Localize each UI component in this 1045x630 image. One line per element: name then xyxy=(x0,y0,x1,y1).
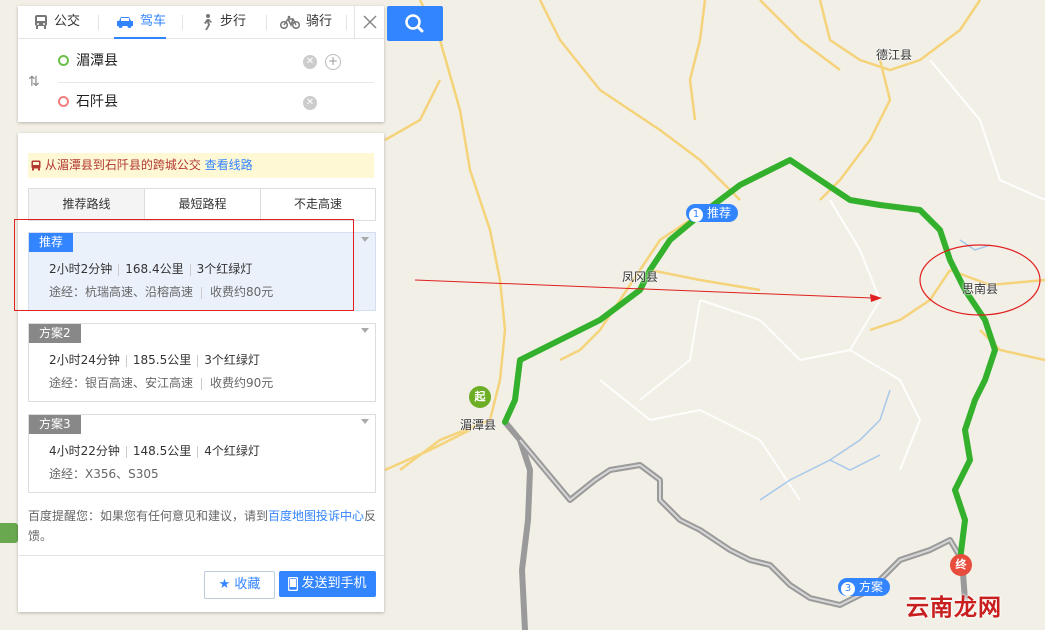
notice-text: 从湄潭县到石阡县的跨城公交 xyxy=(44,158,201,172)
route-number: 1 xyxy=(689,208,703,222)
side-toggle-tab[interactable] xyxy=(0,523,18,543)
walk-icon xyxy=(204,13,212,30)
chevron-down-icon[interactable] xyxy=(361,328,369,333)
route-time: 4小时22分钟 xyxy=(49,444,120,458)
route-option-tabs: 推荐路线 最短路程 不走高速 xyxy=(28,188,376,221)
route-via: 途经：X356、S305 xyxy=(49,467,159,481)
origin-dot-icon xyxy=(58,54,69,66)
route-distance: 148.5公里 xyxy=(132,444,192,458)
route-distance: 185.5公里 xyxy=(132,353,192,367)
mode-label: 步行 xyxy=(220,14,247,29)
chevron-down-icon[interactable] xyxy=(361,237,369,242)
swap-icon[interactable]: ⇅ xyxy=(28,74,40,90)
start-pin[interactable]: 起 xyxy=(469,386,491,408)
annotation-box xyxy=(14,219,354,311)
search-icon xyxy=(405,14,424,33)
phone-icon xyxy=(288,576,299,591)
view-transit-link[interactable]: 查看线路 xyxy=(205,158,253,172)
map-label-fenggang: 凤冈县 xyxy=(622,270,659,284)
route-lights: 4个红绿灯 xyxy=(204,444,260,458)
mode-tab-bike[interactable]: 骑行 xyxy=(279,6,333,38)
route-badge-plan3[interactable]: 3 方案 xyxy=(838,578,891,596)
route-badge-label: 方案 xyxy=(859,580,884,594)
add-waypoint-icon[interactable]: + xyxy=(325,54,341,70)
route-badge-label: 推荐 xyxy=(707,206,732,220)
route-tag: 方案2 xyxy=(29,324,81,343)
travel-mode-tabs: 公交 驾车 步行 骑行 xyxy=(18,6,384,39)
tab-recommended[interactable]: 推荐路线 xyxy=(29,189,144,220)
mode-label: 驾车 xyxy=(140,14,167,29)
route-time: 2小时24分钟 xyxy=(49,353,120,367)
bus-icon xyxy=(35,14,47,29)
origin-value: 湄潭县 xyxy=(76,53,118,69)
route-lights: 3个红绿灯 xyxy=(204,353,260,367)
route-tag: 方案3 xyxy=(29,415,81,434)
route-card-plan3[interactable]: 方案3 4小时22分钟 148.5公里 4个红绿灯 途经：X356、S305 xyxy=(28,414,376,493)
close-button[interactable] xyxy=(354,6,385,38)
favorite-label: 收藏 xyxy=(234,577,261,592)
destination-field[interactable]: 石阡县 xyxy=(58,82,374,122)
bus-icon xyxy=(31,158,45,172)
send-label: 发送到手机 xyxy=(301,576,367,591)
mode-label: 公交 xyxy=(54,14,81,29)
mode-tab-bus[interactable]: 公交 xyxy=(34,6,80,38)
end-pin[interactable]: 终 xyxy=(950,554,972,576)
map-label-dejiang: 德江县 xyxy=(876,48,913,62)
close-icon xyxy=(363,15,377,29)
map-label-meitan: 湄潭县 xyxy=(460,418,497,432)
mode-tab-car[interactable]: 驾车 xyxy=(116,6,166,38)
transit-notice: 从湄潭县到石阡县的跨城公交 查看线路 xyxy=(28,153,374,178)
route-badge-recommended[interactable]: 1 推荐 xyxy=(686,204,739,222)
chevron-down-icon[interactable] xyxy=(361,419,369,424)
mode-label: 骑行 xyxy=(306,14,333,29)
route-search-panel: 公交 驾车 步行 骑行 ⇅ 湄潭县 ✕ + 石阡县 ✕ xyxy=(18,6,384,122)
route-toll: 收费约90元 xyxy=(210,376,274,390)
destination-value: 石阡县 xyxy=(76,94,118,110)
search-button[interactable] xyxy=(387,6,443,41)
feedback-note: 百度提醒您：如果您有任何意见和建议，请到百度地图投诉中心反馈。 xyxy=(28,506,378,546)
route-via: 途经：银百高速、安江高速 xyxy=(49,376,194,390)
map-label-sinan: 思南县 xyxy=(962,282,999,296)
tab-shortest[interactable]: 最短路程 xyxy=(145,189,260,220)
send-to-phone-button[interactable]: 发送到手机 xyxy=(279,571,376,597)
destination-dot-icon xyxy=(58,95,69,107)
clear-destination-icon[interactable]: ✕ xyxy=(303,96,317,110)
mode-tab-walk[interactable]: 步行 xyxy=(200,6,246,38)
bike-icon xyxy=(279,15,301,29)
clear-origin-icon[interactable]: ✕ xyxy=(303,55,317,69)
route-results-panel: 从湄潭县到石阡县的跨城公交 查看线路 推荐路线 最短路程 不走高速 推荐 2小时… xyxy=(18,133,384,612)
watermark: 云南龙网 xyxy=(906,595,1002,621)
complaint-center-link[interactable]: 百度地图投诉中心 xyxy=(268,509,364,523)
star-icon: ★ xyxy=(218,577,231,592)
route-card-plan2[interactable]: 方案2 2小时24分钟 185.5公里 3个红绿灯 途经：银百高速、安江高速 收费约9… xyxy=(28,323,376,402)
feedback-text: 百度提醒您：如果您有任何意见和建议，请到 xyxy=(28,509,269,523)
tab-no-highway[interactable]: 不走高速 xyxy=(261,189,375,220)
favorite-button[interactable]: ★ 收藏 xyxy=(204,571,275,599)
route-number: 3 xyxy=(841,582,855,596)
car-icon xyxy=(117,16,133,28)
